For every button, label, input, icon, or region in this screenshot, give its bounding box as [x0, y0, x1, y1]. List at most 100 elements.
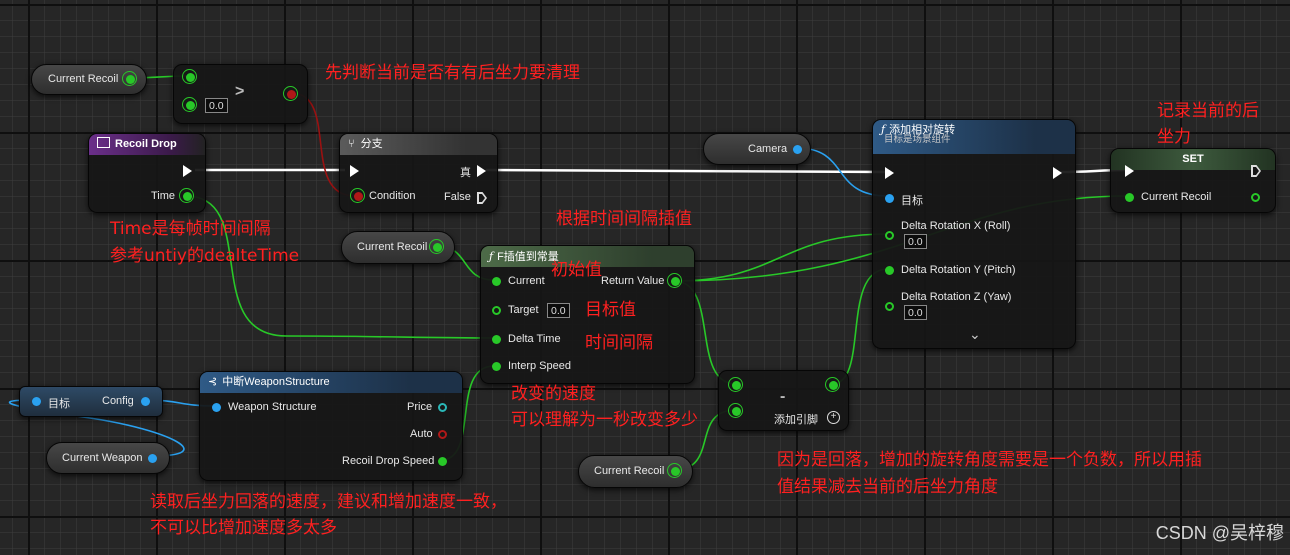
subtract-operator-label: -: [780, 388, 786, 405]
float-wire: [673, 233, 889, 282]
add-relative-rotation-node[interactable]: ƒ 添加相对旋转 目标是场景组件 目标 Delta Rotation X (Rol…: [872, 119, 1076, 349]
interp-speed-input-pin[interactable]: [492, 362, 501, 371]
compare-value-field[interactable]: 0.0: [205, 98, 228, 113]
delta-z-value-field[interactable]: 0.0: [904, 305, 927, 320]
recoil-drop-speed-label: Recoil Drop Speed: [342, 455, 435, 467]
break-weapon-structure-node[interactable]: ⊰ 中断WeaponStructure Weapon Structure Pric…: [199, 371, 463, 481]
annotation-speed-line2: 可以理解为一秒改变多少: [511, 410, 698, 430]
current-weapon-getter-node[interactable]: Current Weapon: [46, 442, 170, 474]
config-output-pin[interactable]: [141, 397, 150, 406]
target-label: 目标: [901, 195, 923, 207]
annotation-negative-line1: 因为是回落，增加的旋转角度需要是一个负数，所以用插: [777, 450, 1202, 470]
float-output-pin[interactable]: [667, 463, 682, 478]
annotation-initial-value: 初始值: [551, 260, 602, 280]
recoil-drop-event-node[interactable]: Recoil Drop Time: [88, 133, 206, 213]
current-recoil-output-pin[interactable]: [1251, 193, 1260, 202]
config-label: Config: [102, 395, 134, 407]
auto-output-pin[interactable]: [438, 430, 447, 439]
exec-wire: [485, 168, 891, 174]
time-output-pin[interactable]: [179, 188, 194, 203]
delta-time-label: Delta Time: [508, 333, 561, 345]
expand-chevron-icon[interactable]: ⌄: [969, 326, 981, 343]
exec-output-pin[interactable]: [1053, 167, 1062, 179]
false-exec-output-pin[interactable]: [477, 192, 487, 204]
price-output-pin[interactable]: [438, 403, 447, 412]
branch-header: ⑂ 分支: [340, 134, 497, 155]
target-label: 目标: [48, 398, 70, 410]
float-output-pin[interactable]: [122, 71, 137, 86]
annotation-time-line1: Time是每帧时间间隔: [110, 219, 271, 239]
delta-y-input-pin[interactable]: [885, 266, 894, 275]
target-input-pin[interactable]: [492, 306, 501, 315]
exec-input-pin[interactable]: [350, 165, 359, 177]
branch-icon: ⑂: [348, 138, 355, 150]
delta-x-input-pin[interactable]: [885, 231, 894, 240]
float-input-pin-b[interactable]: [182, 97, 197, 112]
annotation-read-speed-line1: 读取后坐力回落的速度，建议和增加速度一致，: [150, 492, 507, 512]
current-recoil-label: Current Recoil: [357, 241, 428, 253]
current-recoil-getter-node[interactable]: Current Recoil: [31, 64, 147, 95]
camera-label: Camera: [748, 143, 788, 155]
condition-input-pin[interactable]: [350, 188, 365, 203]
float-input-pin-a[interactable]: [182, 69, 197, 84]
price-label: Price: [407, 401, 433, 413]
interp-speed-label: Interp Speed: [508, 360, 571, 372]
annotation-negative-line2: 值结果减去当前的后坐力角度: [777, 477, 998, 497]
weapon-structure-input-pin[interactable]: [212, 403, 221, 412]
set-variable-label: Current Recoil: [1141, 191, 1212, 203]
float-input-pin-b[interactable]: [728, 403, 743, 418]
delta-x-label: Delta Rotation X (Roll): [901, 220, 1011, 232]
annotation-record-recoil-line2: 坐力: [1157, 127, 1191, 147]
function-icon: ƒ: [489, 250, 494, 263]
float-output-pin[interactable]: [429, 239, 444, 254]
exec-input-pin[interactable]: [1125, 165, 1134, 177]
camera-getter-node[interactable]: Camera: [703, 133, 811, 165]
auto-label: Auto: [410, 428, 433, 440]
finterp-title: F插值到常量: [497, 251, 559, 263]
exec-input-pin[interactable]: [885, 167, 894, 179]
branch-node[interactable]: ⑂ 分支 Condition 真 False: [339, 133, 498, 213]
delta-time-input-pin[interactable]: [492, 335, 501, 344]
add-pin-label[interactable]: 添加引脚: [774, 411, 818, 427]
object-output-pin[interactable]: [793, 145, 802, 154]
target-config-node[interactable]: 目标 Config: [19, 386, 163, 417]
current-recoil-input-pin[interactable]: [1125, 193, 1134, 202]
true-exec-output-pin[interactable]: [477, 165, 486, 177]
greater-than-node[interactable]: 0.0 >: [173, 64, 308, 124]
return-value-output-pin[interactable]: [667, 273, 682, 288]
bool-output-pin[interactable]: [283, 86, 298, 101]
object-output-pin[interactable]: [148, 454, 157, 463]
set-current-recoil-node[interactable]: SET Current Recoil: [1110, 148, 1276, 213]
annotation-read-speed-line2: 不可以比增加速度多太多: [150, 518, 337, 538]
add-rotation-subtitle: 目标是场景组件: [884, 134, 951, 145]
annotation-target-value: 目标值: [585, 300, 636, 320]
add-rotation-header: ƒ 添加相对旋转 目标是场景组件: [873, 120, 1075, 154]
delta-z-input-pin[interactable]: [885, 302, 894, 311]
delta-x-value-field[interactable]: 0.0: [904, 234, 927, 249]
time-label: Time: [151, 190, 176, 202]
return-value-label: Return Value: [601, 275, 665, 287]
float-input-pin-a[interactable]: [728, 377, 743, 392]
break-struct-icon: ⊰: [208, 376, 218, 388]
current-recoil-getter-node[interactable]: Current Recoil: [578, 455, 693, 488]
branch-title: 分支: [360, 138, 383, 150]
target-input-pin[interactable]: [885, 194, 894, 203]
recoil-drop-speed-output-pin[interactable]: [438, 457, 447, 466]
float-wire: [185, 195, 495, 339]
current-recoil-label: Current Recoil: [48, 73, 119, 85]
current-recoil-getter-node[interactable]: Current Recoil: [341, 231, 455, 264]
annotation-check-recoil: 先判断当前是否有有后坐力要清理: [325, 63, 580, 83]
target-value-field[interactable]: 0.0: [547, 303, 570, 318]
recoil-drop-header: Recoil Drop: [89, 134, 205, 155]
add-pin-plus-icon[interactable]: +: [827, 411, 840, 424]
subtract-node[interactable]: - 添加引脚 +: [718, 370, 849, 431]
annotation-interp: 根据时间间隔插值: [556, 209, 692, 229]
exec-output-pin[interactable]: [183, 165, 192, 177]
compare-operator-label: >: [235, 83, 245, 100]
event-icon: [97, 137, 110, 148]
float-output-pin[interactable]: [825, 377, 840, 392]
true-label: 真: [460, 167, 471, 179]
delta-y-label: Delta Rotation Y (Pitch): [901, 264, 1016, 276]
target-input-pin[interactable]: [32, 397, 41, 406]
current-input-pin[interactable]: [492, 277, 501, 286]
